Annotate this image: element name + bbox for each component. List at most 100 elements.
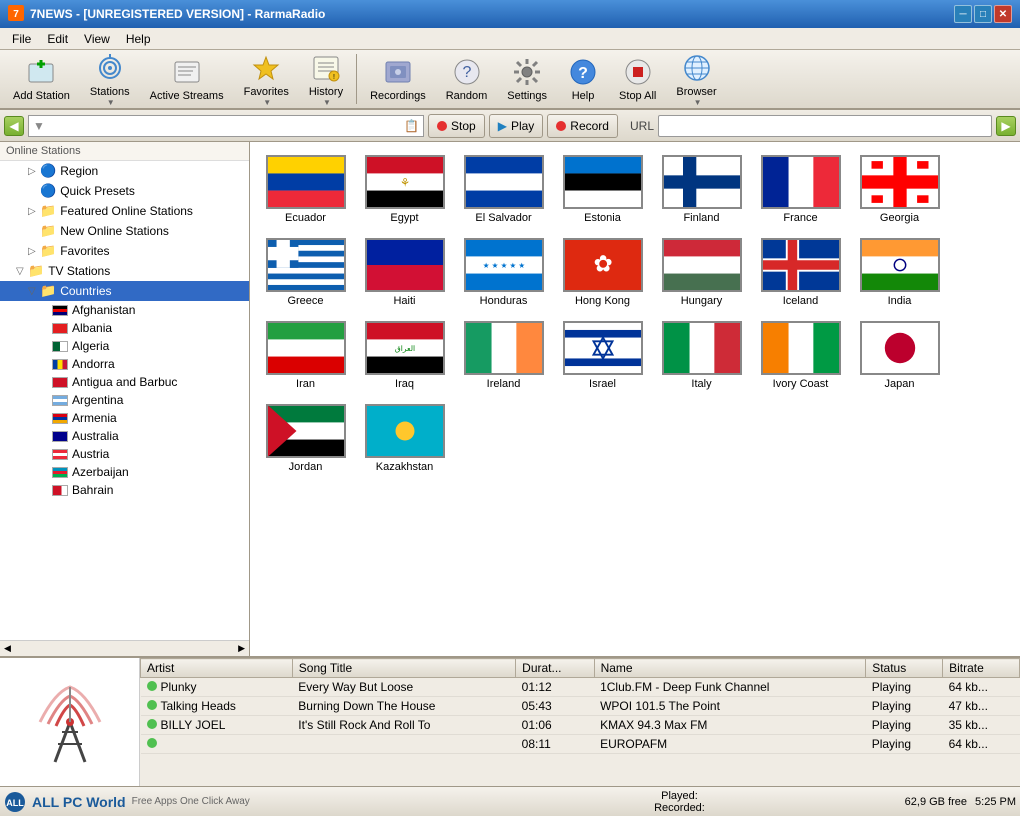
flag-image-ivory-coast (761, 321, 841, 375)
close-button[interactable]: ✕ (994, 5, 1012, 23)
url-input[interactable] (658, 115, 992, 137)
nav-forward-button[interactable]: ▶ (996, 116, 1016, 136)
menu-help[interactable]: Help (118, 30, 159, 48)
flag-item[interactable]: Greece (258, 233, 353, 312)
flag-item[interactable]: Estonia (555, 150, 650, 229)
col-artist[interactable]: Artist (141, 659, 293, 678)
sidebar-item-azerbaijan[interactable]: Azerbaijan (0, 463, 249, 481)
flag-icon (52, 449, 68, 460)
sidebar-item-algeria[interactable]: Algeria (0, 337, 249, 355)
flag-image-greece (266, 238, 346, 292)
favorites-button[interactable]: Favorites ▼ (235, 47, 298, 112)
recordings-label: Recordings (370, 90, 426, 102)
col-name[interactable]: Name (594, 659, 866, 678)
flag-item[interactable]: Italy (654, 316, 749, 395)
minimize-button[interactable]: ─ (954, 5, 972, 23)
browser-icon (681, 52, 713, 84)
sidebar-header-online: Online Stations (0, 142, 249, 161)
flag-item[interactable]: India (852, 233, 947, 312)
flag-item[interactable]: El Salvador (456, 150, 551, 229)
flag-item[interactable]: Finland (654, 150, 749, 229)
active-streams-button[interactable]: Active Streams (141, 51, 233, 107)
flag-label: Haiti (393, 295, 415, 307)
svg-text:?: ? (578, 65, 588, 82)
sidebar-item-countries[interactable]: ▽ 📁 Countries (0, 281, 249, 301)
sidebar-item-argentina[interactable]: Argentina (0, 391, 249, 409)
sidebar-item-featured[interactable]: ▷ 📁 Featured Online Stations (0, 201, 249, 221)
flag-label: Finland (683, 212, 719, 224)
col-duration[interactable]: Durat... (516, 659, 594, 678)
play-button[interactable]: ▶ Play (489, 114, 544, 138)
random-button[interactable]: ? Random (437, 51, 497, 107)
sidebar-item-tv-stations[interactable]: ▽ 📁 TV Stations (0, 261, 249, 281)
radio-tower-icon (20, 672, 120, 772)
sidebar-item-australia[interactable]: Australia (0, 427, 249, 445)
sidebar-item-antigua[interactable]: Antigua and Barbuc (0, 373, 249, 391)
flag-item[interactable]: ★ ★ ★ ★ ★Honduras (456, 233, 551, 312)
flag-item[interactable]: Hungary (654, 233, 749, 312)
flag-image-finland (662, 155, 742, 209)
stop-label: Stop (451, 119, 476, 133)
sidebar-item-favorites[interactable]: ▷ 📁 Favorites (0, 241, 249, 261)
sidebar-item-bahrain[interactable]: Bahrain (0, 481, 249, 499)
flag-item[interactable]: Ivory Coast (753, 316, 848, 395)
quick-presets-icon: 🔵 (40, 183, 56, 199)
settings-button[interactable]: Settings (498, 51, 556, 107)
flag-item[interactable]: France (753, 150, 848, 229)
flag-item[interactable]: Georgia (852, 150, 947, 229)
flag-item[interactable]: Kazakhstan (357, 399, 452, 478)
flag-icon (52, 323, 68, 334)
svg-text:★ ★ ★ ★ ★: ★ ★ ★ ★ ★ (482, 261, 525, 270)
flag-item[interactable]: Haiti (357, 233, 452, 312)
sidebar-item-armenia[interactable]: Armenia (0, 409, 249, 427)
col-bitrate[interactable]: Bitrate (943, 659, 1020, 678)
play-icon: ▶ (498, 119, 507, 133)
flag-item[interactable]: Ireland (456, 316, 551, 395)
flag-item[interactable]: ⚘Egypt (357, 150, 452, 229)
stations-arrow-icon: ▼ (107, 98, 115, 107)
sidebar-item-label: Quick Presets (60, 184, 135, 198)
sidebar-item-albania[interactable]: Albania (0, 319, 249, 337)
stop-all-label: Stop All (619, 90, 656, 102)
sidebar-item-afghanistan[interactable]: Afghanistan (0, 301, 249, 319)
history-button[interactable]: ! History ▼ (300, 47, 352, 112)
col-status[interactable]: Status (866, 659, 943, 678)
stop-all-button[interactable]: Stop All (610, 51, 665, 107)
table-row[interactable]: 08:11 EUROPAFM Playing 64 kb... (141, 735, 1020, 754)
cell-name: WPOI 101.5 The Point (594, 697, 866, 716)
stop-button[interactable]: Stop (428, 114, 485, 138)
sidebar-scrollbar-h[interactable]: ◀ ▶ (0, 640, 249, 656)
sidebar-item-new-online[interactable]: 📁 New Online Stations (0, 221, 249, 241)
menu-edit[interactable]: Edit (39, 30, 76, 48)
menu-file[interactable]: File (4, 30, 39, 48)
flag-item[interactable]: Jordan (258, 399, 353, 478)
sidebar-item-region[interactable]: ▷ 🔵 Region (0, 161, 249, 181)
path-bar[interactable]: ▼ 📋 (28, 115, 424, 137)
col-song-title[interactable]: Song Title (292, 659, 515, 678)
history-arrow-icon: ▼ (323, 98, 331, 107)
sidebar-item-andorra[interactable]: Andorra (0, 355, 249, 373)
table-row[interactable]: BILLY JOEL It's Still Rock And Roll To 0… (141, 716, 1020, 735)
menu-view[interactable]: View (76, 30, 118, 48)
flag-item[interactable]: Iceland (753, 233, 848, 312)
flag-item[interactable]: Israel (555, 316, 650, 395)
flag-item[interactable]: Japan (852, 316, 947, 395)
sidebar-item-austria[interactable]: Austria (0, 445, 249, 463)
recordings-button[interactable]: Recordings (361, 51, 435, 107)
nav-back-button[interactable]: ◀ (4, 116, 24, 136)
expand-icon: ▷ (28, 246, 40, 257)
browser-button[interactable]: Browser ▼ (667, 47, 725, 112)
flag-item[interactable]: ✿Hong Kong (555, 233, 650, 312)
svg-text:7: 7 (13, 9, 19, 20)
maximize-button[interactable]: □ (974, 5, 992, 23)
flag-item[interactable]: العراقIraq (357, 316, 452, 395)
flag-item[interactable]: Ecuador (258, 150, 353, 229)
table-row[interactable]: Plunky Every Way But Loose 01:12 1Club.F… (141, 678, 1020, 697)
record-button[interactable]: Record (547, 114, 618, 138)
help-button[interactable]: ? Help (558, 51, 608, 107)
flag-item[interactable]: Iran (258, 316, 353, 395)
add-station-button[interactable]: Add Station (4, 51, 79, 107)
stations-button[interactable]: Stations ▼ (81, 47, 139, 112)
sidebar-item-quick-presets[interactable]: 🔵 Quick Presets (0, 181, 249, 201)
table-row[interactable]: Talking Heads Burning Down The House 05:… (141, 697, 1020, 716)
